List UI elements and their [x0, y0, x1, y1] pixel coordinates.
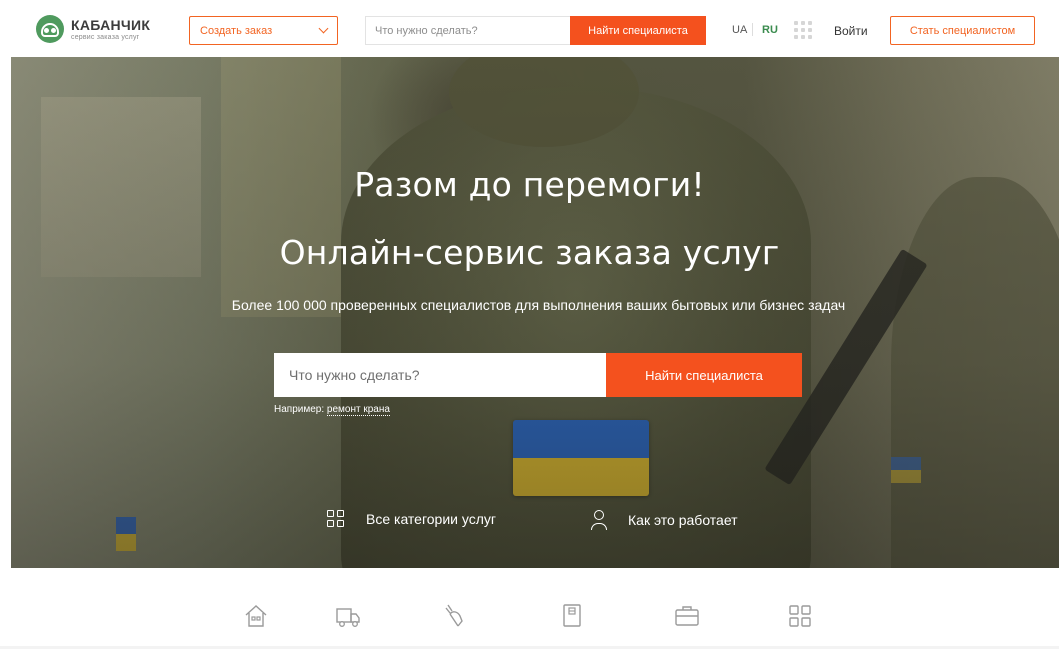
header-search-input[interactable]: Что нужно сделать? [365, 16, 570, 45]
example-prefix: Например: [274, 404, 325, 415]
create-order-label: Создать заказ [200, 24, 273, 37]
lang-divider [752, 23, 753, 36]
apps-grid-icon[interactable] [794, 21, 812, 39]
hero-description: Более 100 000 проверенных специалистов д… [231, 297, 846, 313]
pig-logo-icon [36, 15, 64, 43]
grid-icon [789, 605, 811, 627]
logo[interactable]: КАБАНЧИК сервис заказа услуг [36, 13, 166, 45]
hand-pointer-icon [445, 604, 463, 627]
category-documents[interactable] [558, 602, 586, 648]
category-business[interactable] [673, 602, 701, 648]
example-link[interactable]: ремонт крана [326, 404, 390, 416]
hero-title: Разом до перемоги! [354, 165, 705, 204]
logo-subtitle: сервис заказа услуг [71, 33, 140, 41]
hero-search-button[interactable]: Найти специалиста [606, 353, 802, 397]
create-order-dropdown[interactable]: Создать заказ [189, 16, 338, 45]
hero-search-input[interactable]: Что нужно сделать? [274, 353, 606, 397]
category-handyman[interactable] [440, 602, 468, 648]
lang-ua-link[interactable]: UA [732, 24, 747, 36]
category-icons-strip [0, 568, 1059, 649]
how-it-works-label: Как это работает [628, 512, 738, 528]
category-all[interactable] [786, 602, 814, 648]
category-truck[interactable] [334, 602, 362, 648]
top-header: КАБАНЧИК сервис заказа услуг Создать зак… [0, 0, 1059, 57]
briefcase-icon [675, 606, 699, 626]
hero-subtitle: Онлайн-сервис заказа услуг [279, 233, 780, 272]
truck-icon [336, 608, 360, 627]
header-search: Что нужно сделать? Найти специалиста [365, 16, 706, 45]
hero-search: Что нужно сделать? Найти специалиста [274, 353, 802, 397]
logo-title: КАБАНЧИК [71, 16, 151, 33]
how-it-works-link[interactable]: Как это работает [590, 510, 738, 530]
house-icon [245, 605, 267, 627]
search-example: Например: ремонт крана [274, 404, 390, 416]
chevron-down-icon [318, 23, 329, 34]
lang-ru-link[interactable]: RU [762, 24, 778, 36]
all-categories-link[interactable]: Все категории услуг [327, 510, 496, 527]
categories-grid-icon [327, 510, 344, 527]
become-specialist-button[interactable]: Стать специалистом [890, 16, 1035, 45]
document-icon [563, 604, 581, 627]
login-link[interactable]: Войти [834, 24, 868, 38]
category-house[interactable] [242, 602, 270, 648]
all-categories-label: Все категории услуг [366, 510, 496, 527]
person-icon [590, 510, 608, 530]
header-search-button[interactable]: Найти специалиста [570, 16, 706, 45]
